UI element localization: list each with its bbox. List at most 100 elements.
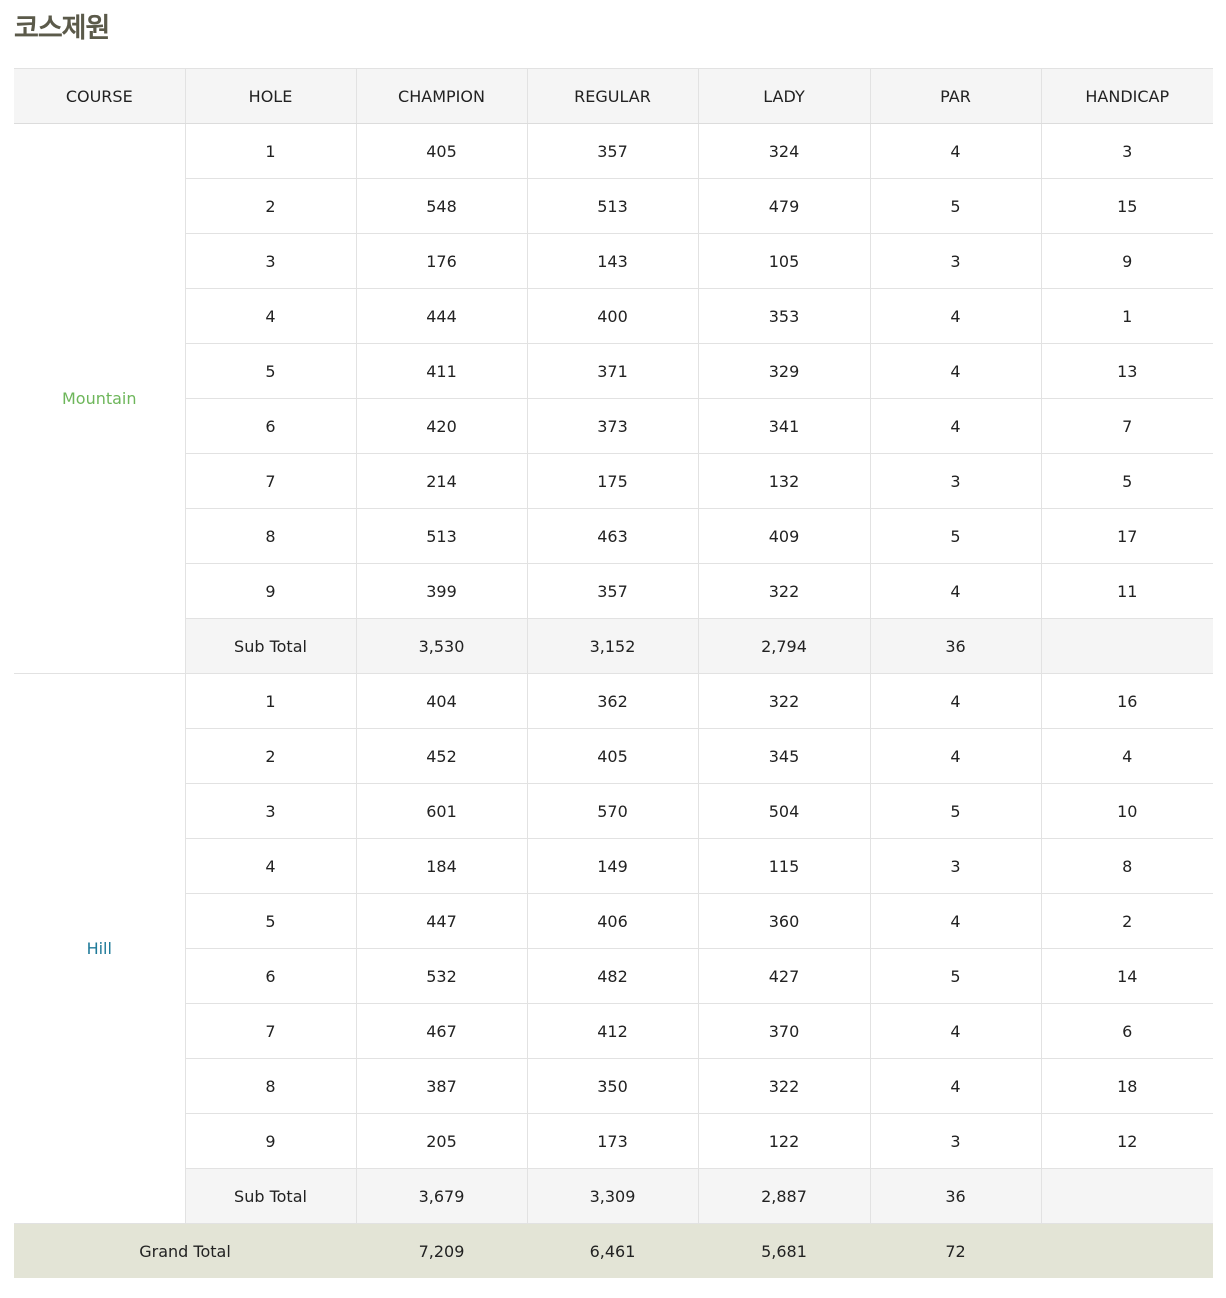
cell-handicap: 15 (1040, 178, 1213, 234)
cell-regular: 173 (526, 1113, 699, 1169)
cell-lady: 322 (697, 1058, 871, 1114)
cell-lady: 329 (697, 343, 871, 399)
cell-lady: 105 (697, 233, 871, 289)
cell-lady: 122 (697, 1113, 871, 1169)
cell-champion: 205 (355, 1113, 528, 1169)
cell-champion: 452 (355, 728, 528, 784)
cell-lady: 360 (697, 893, 871, 949)
table-row: Mountain 1 405 357 324 4 3 (14, 123, 1213, 674)
cell-hole: 7 (185, 453, 357, 509)
cell-regular: 357 (526, 123, 699, 179)
cell-regular: 149 (526, 838, 699, 894)
cell-regular: 513 (526, 178, 699, 234)
cell-champion: 184 (355, 838, 528, 894)
cell-par: 4 (869, 123, 1042, 179)
table-row: 6 532 482 427 5 14 (14, 948, 1213, 1004)
table-row: 4 184 149 115 3 8 (14, 838, 1213, 894)
cell-handicap: 9 (1040, 233, 1213, 289)
subtotal-label: Sub Total (185, 618, 357, 674)
cell-regular: 400 (526, 288, 699, 344)
cell-regular: 371 (526, 343, 699, 399)
course-name-mountain: Mountain (14, 123, 186, 674)
table-row: 5 447 406 360 4 2 (14, 893, 1213, 949)
cell-lady: 427 (697, 948, 871, 1004)
table-row: 3 601 570 504 5 10 (14, 783, 1213, 839)
cell-par: 4 (869, 893, 1042, 949)
cell-hole: 2 (185, 728, 357, 784)
cell-lady: 504 (697, 783, 871, 839)
cell-champion: 411 (355, 343, 528, 399)
cell-champion: 404 (355, 673, 528, 729)
subtotal-champion: 3,679 (355, 1168, 528, 1224)
cell-champion: 399 (355, 563, 528, 619)
cell-champion: 601 (355, 783, 528, 839)
cell-hole: 9 (185, 1113, 357, 1169)
cell-hole: 1 (184, 123, 357, 179)
grand-total-label: Grand Total (14, 1223, 356, 1278)
subtotal-regular: 3,152 (526, 618, 699, 674)
table-row: 3 176 143 105 3 9 (14, 233, 1213, 289)
cell-par: 3 (869, 233, 1042, 289)
cell-par: 5 (869, 948, 1042, 1004)
cell-regular: 482 (526, 948, 699, 1004)
cell-champion: 420 (355, 398, 528, 454)
cell-regular: 175 (526, 453, 699, 509)
table-row: 9 399 357 322 4 11 (14, 563, 1213, 619)
header-hole: HOLE (184, 68, 357, 124)
cell-handicap: 12 (1040, 1113, 1213, 1169)
cell-regular: 405 (526, 728, 699, 784)
cell-handicap: 11 (1040, 563, 1213, 619)
cell-champion: 467 (355, 1003, 528, 1059)
page-title: 코스제원 (14, 13, 110, 44)
table-row: 2 452 405 345 4 4 (14, 728, 1213, 784)
cell-hole: 7 (185, 1003, 357, 1059)
cell-regular: 406 (526, 893, 699, 949)
cell-par: 5 (869, 508, 1042, 564)
cell-hole: 3 (185, 783, 357, 839)
cell-regular: 143 (526, 233, 699, 289)
cell-hole: 8 (185, 508, 357, 564)
cell-hole: 1 (184, 673, 357, 729)
subtotal-par: 36 (869, 1168, 1042, 1224)
header-handicap: HANDICAP (1040, 68, 1213, 124)
cell-champion: 513 (355, 508, 528, 564)
cell-hole: 8 (185, 1058, 357, 1114)
cell-champion: 444 (355, 288, 528, 344)
cell-lady: 324 (697, 123, 871, 179)
cell-par: 4 (869, 673, 1042, 729)
cell-lady: 132 (697, 453, 871, 509)
cell-par: 3 (869, 1113, 1042, 1169)
cell-par: 4 (869, 563, 1042, 619)
cell-handicap: 5 (1040, 453, 1213, 509)
cell-lady: 341 (697, 398, 871, 454)
header-lady: LADY (697, 68, 871, 124)
cell-handicap: 6 (1040, 1003, 1213, 1059)
table-header: COURSE HOLE CHAMPION REGULAR LADY PAR HA… (14, 68, 1213, 124)
cell-lady: 322 (697, 563, 871, 619)
cell-regular: 463 (526, 508, 699, 564)
table-body: Mountain 1 405 357 324 4 3 2 548 513 479 5 15 3 176 143… (14, 123, 1213, 1278)
grand-total-regular: 6,461 (527, 1223, 698, 1278)
cell-handicap: 13 (1040, 343, 1213, 399)
cell-par: 5 (869, 783, 1042, 839)
table-row: 4 444 400 353 4 1 (14, 288, 1213, 344)
cell-hole: 4 (185, 288, 357, 344)
cell-handicap: 4 (1040, 728, 1213, 784)
subtotal-champion: 3,530 (355, 618, 528, 674)
cell-par: 5 (869, 178, 1042, 234)
cell-lady: 345 (697, 728, 871, 784)
subtotal-label: Sub Total (185, 1168, 357, 1224)
cell-regular: 412 (526, 1003, 699, 1059)
subtotal-lady: 2,887 (697, 1168, 871, 1224)
header-champion: CHAMPION (355, 68, 528, 124)
table-row: 8 513 463 409 5 17 (14, 508, 1213, 564)
cell-handicap: 10 (1040, 783, 1213, 839)
cell-handicap: 2 (1040, 893, 1213, 949)
cell-regular: 570 (526, 783, 699, 839)
table-row: 8 387 350 322 4 18 (14, 1058, 1213, 1114)
cell-regular: 350 (526, 1058, 699, 1114)
header-par: PAR (869, 68, 1042, 124)
cell-champion: 387 (355, 1058, 528, 1114)
cell-champion: 405 (355, 123, 528, 179)
table-row: 6 420 373 341 4 7 (14, 398, 1213, 454)
